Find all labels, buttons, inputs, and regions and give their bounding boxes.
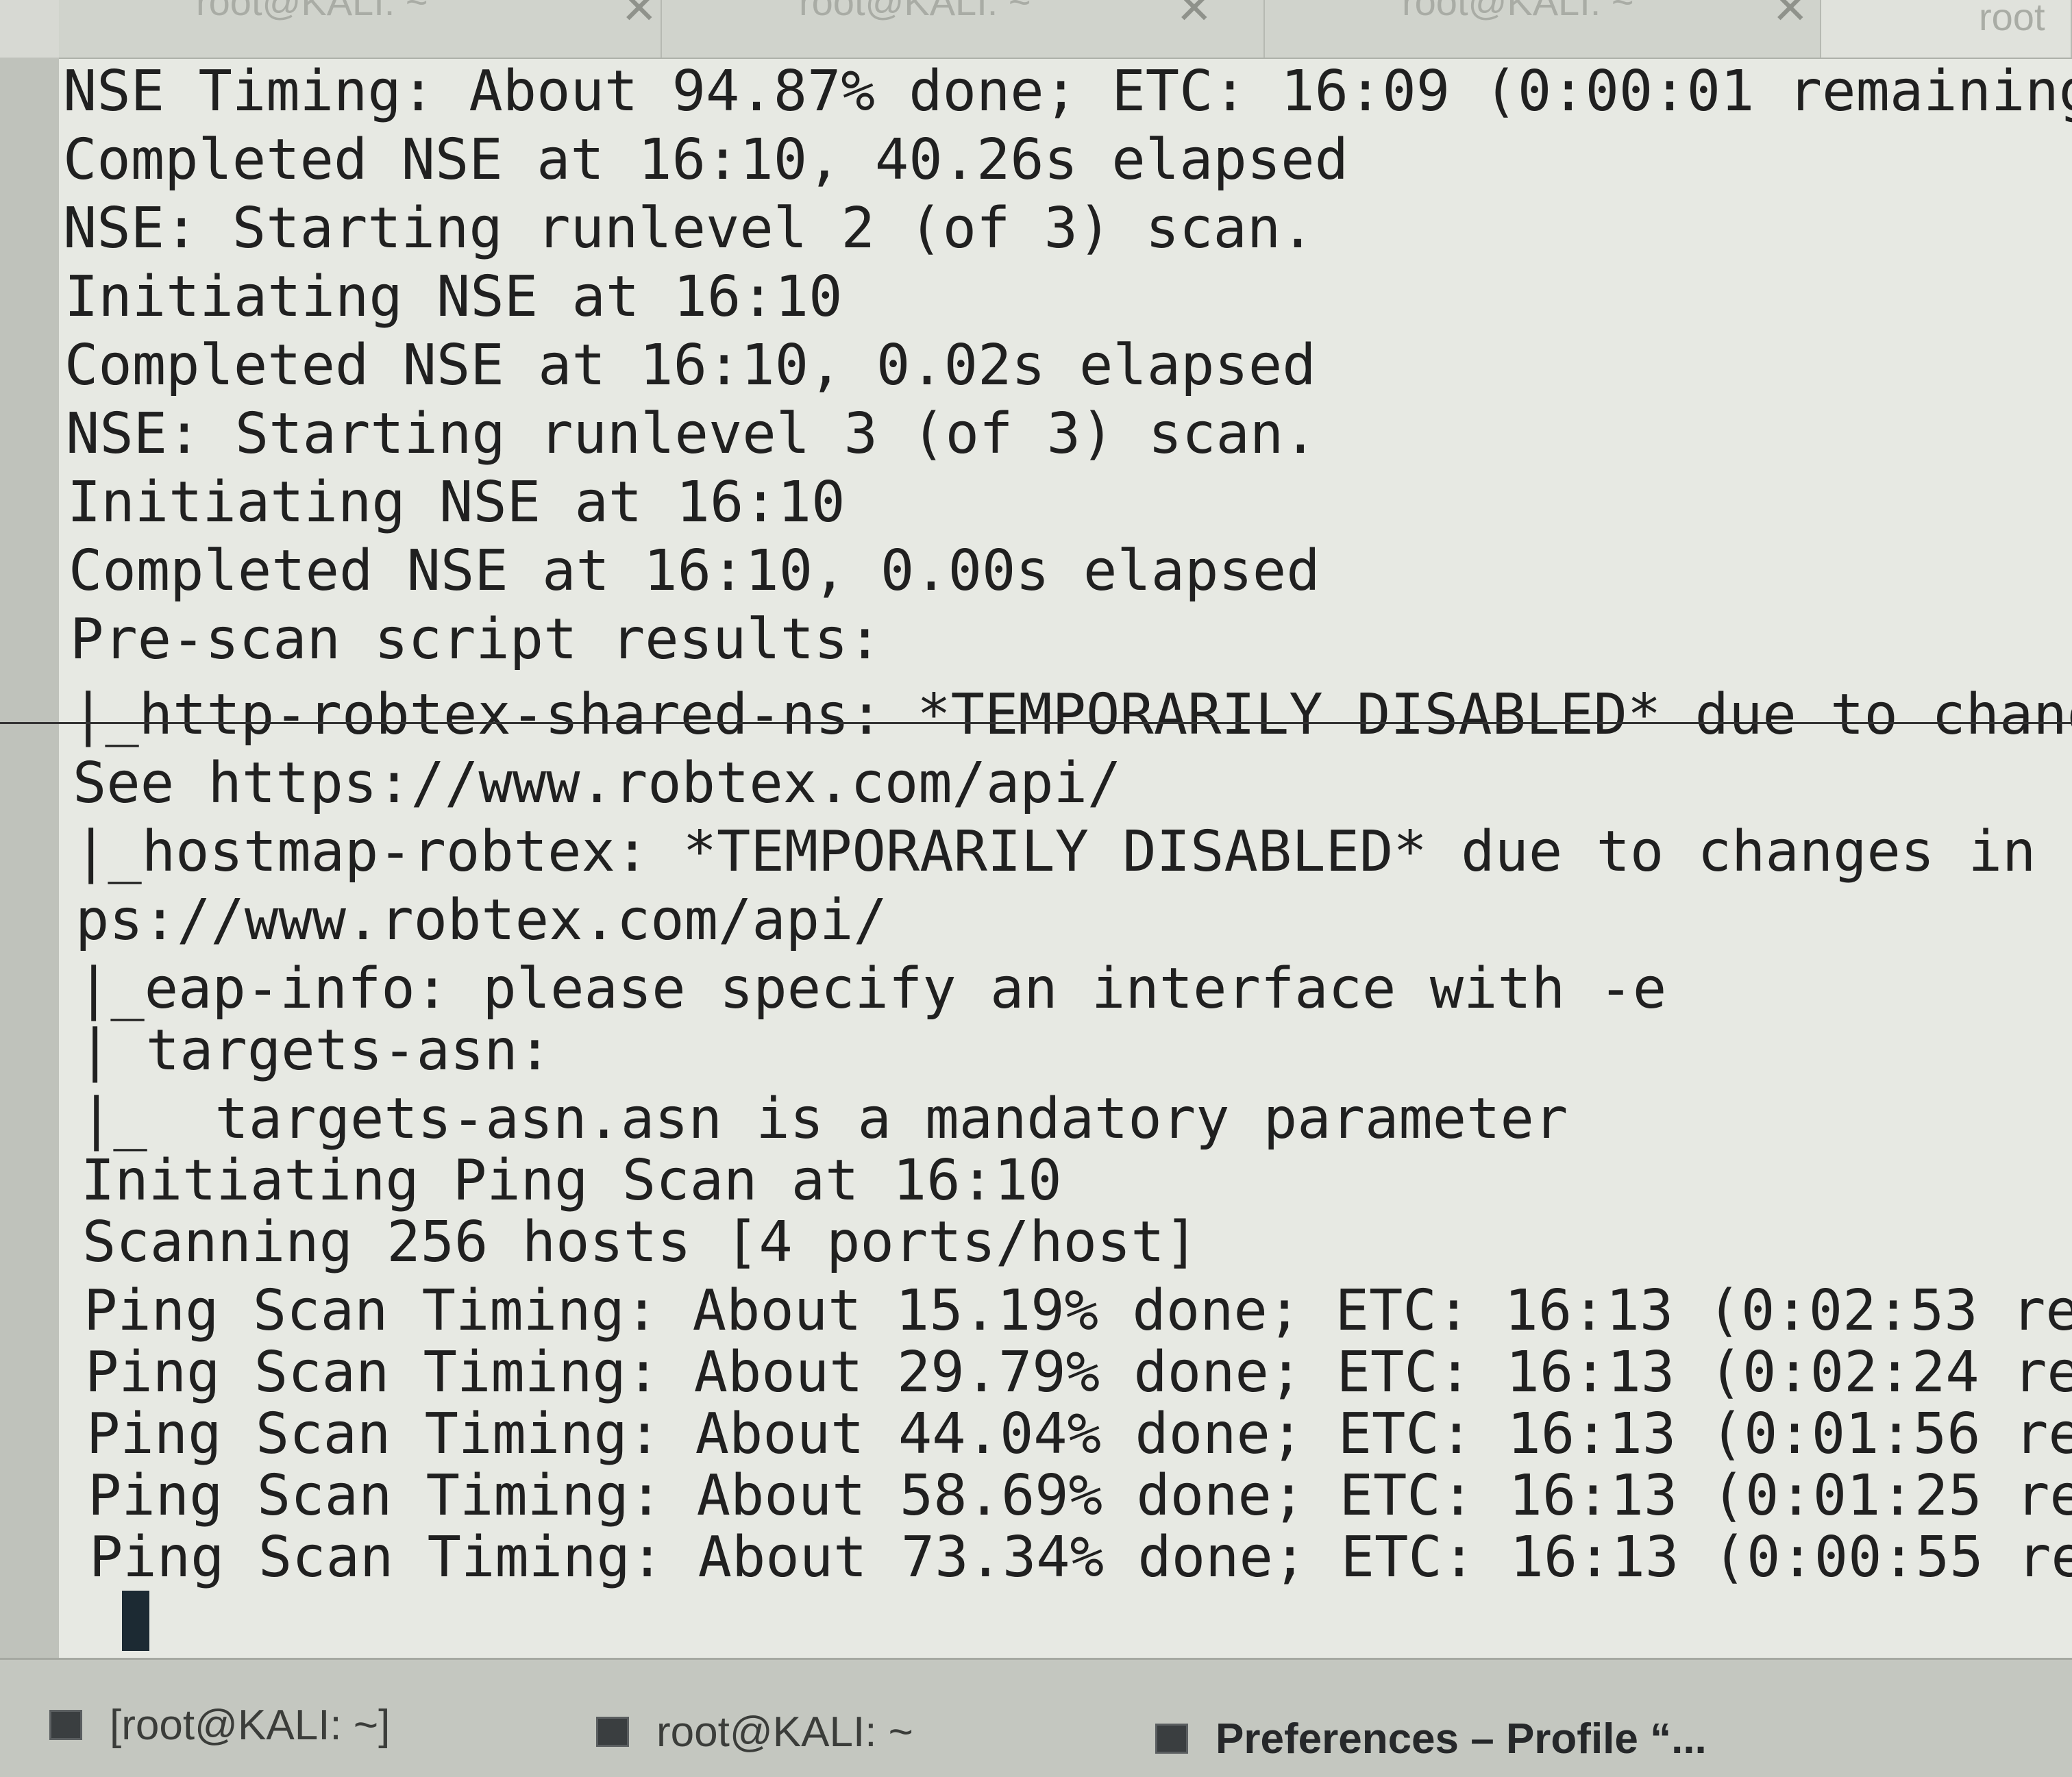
tab-root-kali-2[interactable]: root@KALI: ~ ✕	[662, 0, 1265, 58]
terminal-line: NSE: Starting runlevel 3 (of 3) scan.	[66, 401, 1318, 467]
terminal-line: Ping Scan Timing: About 29.79% done; ETC…	[85, 1340, 2072, 1405]
terminal-line: Initiating NSE at 16:10	[64, 264, 843, 330]
terminal-line: |_hostmap-robtex: *TEMPORARILY DISABLED*…	[74, 819, 2072, 884]
terminal-line: NSE: Starting runlevel 2 (of 3) scan.	[63, 196, 1315, 261]
terminal-line: Scanning 256 hosts [4 ports/host]	[82, 1210, 1199, 1275]
tab-root-kali-3[interactable]: root@KALI: ~ ✕	[1265, 0, 1821, 58]
terminal-line: Completed NSE at 16:10, 40.26s elapsed	[63, 127, 1348, 192]
taskbar-item-label: [root@KALI: ~]	[110, 1701, 391, 1749]
terminal-line: See https://www.robtex.com/api/	[73, 751, 1122, 816]
tab-root-kali-1[interactable]: root@KALI: ~ ✕	[59, 0, 662, 58]
tab-bar: root@KALI: ~ ✕ root@KALI: ~ ✕ root@KALI:…	[0, 0, 2072, 59]
close-icon[interactable]: ✕	[1176, 0, 1213, 34]
terminal-line: |_http-robtex-shared-ns: *TEMPORARILY DI…	[71, 682, 2072, 747]
tab-label: root@KALI: ~	[799, 0, 1031, 23]
tab-label: root@KALI: ~	[196, 0, 428, 23]
terminal-line: Completed NSE at 16:10, 0.02s elapsed	[64, 333, 1316, 398]
terminal-line: | targets-asn:	[78, 1018, 552, 1083]
taskbar: [root@KALI: ~] root@KALI: ~ Preferences …	[0, 1658, 2072, 1777]
terminal-line: Ping Scan Timing: About 15.19% done; ETC…	[84, 1278, 2072, 1343]
taskbar-item-label: root@KALI: ~	[656, 1708, 913, 1756]
terminal-line: Pre-scan script results:	[70, 607, 882, 672]
terminal-cursor	[122, 1591, 149, 1651]
terminal-line: Ping Scan Timing: About 73.34% done; ETC…	[89, 1525, 2072, 1590]
tab-label: root@KALI: ~	[1402, 0, 1634, 23]
tab-label: root	[1979, 0, 2045, 38]
terminal-line: Completed NSE at 16:10, 0.00s elapsed	[69, 538, 1320, 604]
taskbar-item-preferences-profile[interactable]: Preferences – Profile “...	[1155, 1708, 1707, 1769]
terminal-icon	[596, 1717, 629, 1747]
terminal-line: Ping Scan Timing: About 44.04% done; ETC…	[86, 1402, 2072, 1467]
terminal-line: |_eap-info: please specify an interface …	[77, 956, 1667, 1021]
terminal-line: |_ targets-asn.asn is a mandatory parame…	[79, 1086, 1568, 1152]
tab-root-4[interactable]: root	[1821, 0, 2072, 58]
taskbar-item-label: Preferences – Profile “...	[1216, 1715, 1707, 1763]
close-icon[interactable]: ✕	[1772, 0, 1809, 34]
terminal-output[interactable]: NSE Timing: About 94.87% done; ETC: 16:0…	[59, 59, 2072, 1658]
terminal-line: Initiating Ping Scan at 16:10	[81, 1148, 1062, 1213]
terminal-line: Ping Scan Timing: About 58.69% done; ETC…	[88, 1463, 2072, 1528]
close-icon[interactable]: ✕	[621, 0, 658, 34]
window-edge	[0, 58, 59, 1658]
terminal-line: Initiating NSE at 16:10	[67, 470, 846, 535]
terminal-icon	[49, 1710, 82, 1740]
screen-divider	[0, 722, 2072, 724]
preferences-icon	[1155, 1724, 1188, 1754]
taskbar-item-root-kali[interactable]: root@KALI: ~	[596, 1701, 913, 1763]
terminal-line: NSE Timing: About 94.87% done; ETC: 16:0…	[63, 59, 2072, 124]
terminal-line: ps://www.robtex.com/api/	[75, 888, 887, 953]
taskbar-item-root-kali-bracketed[interactable]: [root@KALI: ~]	[49, 1694, 390, 1756]
